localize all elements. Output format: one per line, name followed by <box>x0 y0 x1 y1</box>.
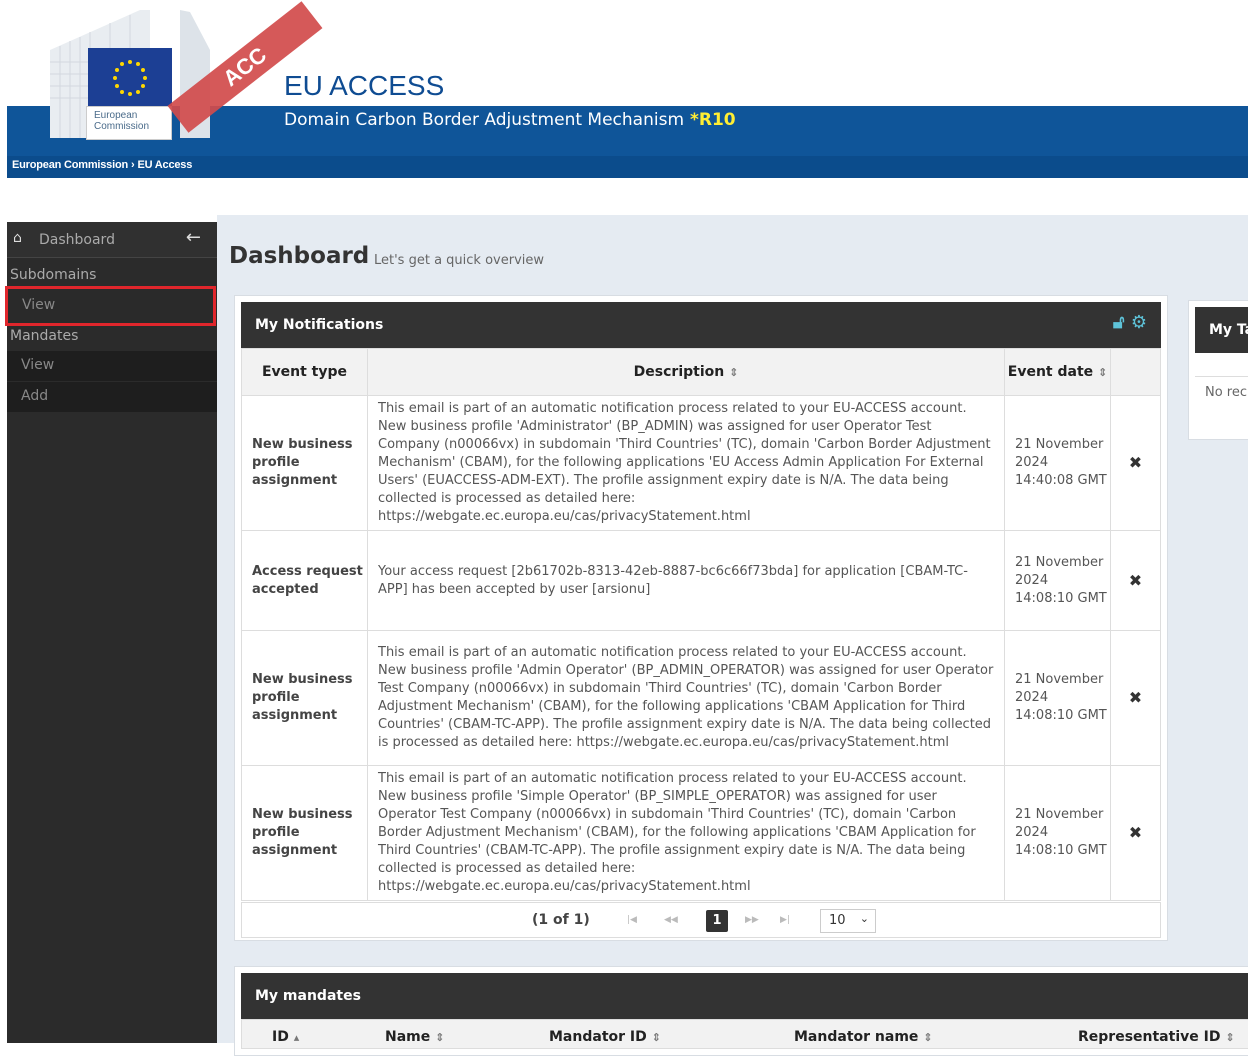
logo-line-1: European <box>94 110 138 121</box>
sidebar-item-dashboard[interactable]: ⌂ Dashboard ← <box>7 222 217 258</box>
breadcrumb: European Commission › EU Access <box>12 159 192 171</box>
domain-name: Domain Carbon Border Adjustment Mechanis… <box>284 110 684 130</box>
dismiss-button[interactable]: ✖ <box>1110 630 1161 766</box>
close-icon[interactable]: ✖ <box>1129 453 1142 472</box>
rows-per-page-value: 10 <box>829 913 846 928</box>
collapse-sidebar-icon[interactable]: ← <box>186 227 201 248</box>
close-icon[interactable]: ✖ <box>1129 823 1142 842</box>
app-title: EU ACCESS <box>284 70 445 101</box>
event-date: 21 November 2024 14:08:10 GMT <box>1004 765 1111 901</box>
column-label: Description <box>633 364 725 380</box>
page-1-button[interactable]: 1 <box>706 910 728 932</box>
table-row: New business profile assignment This ema… <box>241 765 1161 901</box>
panel-title: My mandates <box>255 988 361 1004</box>
close-icon[interactable]: ✖ <box>1129 571 1142 590</box>
site-header: European Commission ACC EU ACCESS Domain… <box>0 0 1248 180</box>
spacer <box>0 180 1248 215</box>
event-description: This email is part of an automatic notif… <box>367 630 1005 766</box>
panel-title: My Ta <box>1209 322 1248 338</box>
sidebar-item-subdomains-view[interactable]: View <box>5 286 216 326</box>
event-description: This email is part of an automatic notif… <box>367 395 1005 531</box>
event-date: 21 November 2024 14:08:10 GMT <box>1004 530 1111 631</box>
release-tag: *R10 <box>690 110 736 130</box>
gear-icon[interactable]: ⚙ <box>1131 312 1147 333</box>
event-type: New business profile assignment <box>241 630 368 766</box>
logo-line-2: Commission <box>94 121 150 132</box>
table-row: New business profile assignment This ema… <box>241 395 1161 531</box>
sidebar-item-label: Dashboard <box>39 232 115 248</box>
breadcrumb-item[interactable]: European Commission <box>12 159 128 171</box>
panel-title: My Notifications <box>255 317 384 333</box>
event-type: New business profile assignment <box>241 395 368 531</box>
logo-text: European Commission <box>94 110 149 132</box>
table-header <box>1195 353 1248 377</box>
sort-icon[interactable]: ⇕ <box>1225 1031 1234 1044</box>
notifications-panel: My Notifications 🔓︎ ⚙ Event type Descrip… <box>234 295 1168 941</box>
event-date: 21 November 2024 14:08:10 GMT <box>1004 630 1111 766</box>
close-icon[interactable]: ✖ <box>1129 688 1142 707</box>
panel-header: My Notifications 🔓︎ ⚙ <box>241 302 1161 348</box>
mandates-table-header: ID ▴ Name ⇕ Mandator ID ⇕ Mandator name … <box>241 1019 1248 1049</box>
dismiss-button[interactable]: ✖ <box>1110 530 1161 631</box>
dismiss-button[interactable]: ✖ <box>1110 765 1161 901</box>
column-header[interactable]: Description ⇕ <box>367 348 1005 396</box>
event-description: Your access request [2b61702b-8313-42eb-… <box>367 530 1005 631</box>
notifications-table: Event type Description ⇕ Event date ⇕ Ne… <box>241 348 1161 901</box>
unlock-icon[interactable]: 🔓︎ <box>1113 312 1125 333</box>
sort-icon[interactable]: ⇕ <box>729 366 738 379</box>
breadcrumb-separator: › <box>131 159 135 171</box>
app-subtitle: Domain Carbon Border Adjustment Mechanis… <box>284 110 736 130</box>
first-page-icon[interactable]: |◀ <box>627 915 637 925</box>
panel-header: My mandates <box>241 973 1248 1019</box>
sort-asc-icon[interactable]: ▴ <box>294 1031 300 1044</box>
event-type: New business profile assignment <box>241 765 368 901</box>
page-count: (1 of 1) <box>532 912 590 928</box>
event-date: 21 November 2024 14:40:08 GMT <box>1004 395 1111 531</box>
column-header: Event type <box>241 348 368 396</box>
sidebar-section-mandates: Mandates <box>10 328 79 344</box>
sidebar: ⌂ Dashboard ← Subdomains View Mandates V… <box>5 222 217 1043</box>
sort-icon[interactable]: ⇕ <box>435 1031 444 1044</box>
column-header-actions <box>1110 348 1161 396</box>
sort-icon[interactable]: ⇕ <box>652 1031 661 1044</box>
event-type: Access request accepted <box>241 530 368 631</box>
rows-per-page-select[interactable]: 10 ⌄ <box>820 909 876 933</box>
page-title: Dashboard <box>229 243 370 269</box>
sidebar-section-subdomains: Subdomains <box>10 267 97 283</box>
sidebar-item-mandates-add[interactable]: Add <box>7 382 217 412</box>
column-label: Event type <box>261 364 348 380</box>
last-page-icon[interactable]: ▶| <box>780 915 790 925</box>
column-label: Event date <box>1007 364 1094 380</box>
event-description: This email is part of an automatic notif… <box>367 765 1005 901</box>
next-page-icon[interactable]: ▶▶ <box>745 915 759 925</box>
paginator: (1 of 1) |◀ ◀◀ 1 ▶▶ ▶| 10 ⌄ <box>241 902 1161 938</box>
dismiss-button[interactable]: ✖ <box>1110 395 1161 531</box>
sidebar-item-mandates-view[interactable]: View <box>7 351 217 381</box>
breadcrumb-item[interactable]: EU Access <box>137 159 192 171</box>
home-icon: ⌂ <box>13 230 22 246</box>
tasks-panel: My Ta No rec <box>1188 300 1248 440</box>
table-row: New business profile assignment This ema… <box>241 630 1161 766</box>
table-row: Access request accepted Your access requ… <box>241 530 1161 631</box>
eu-stars-icon <box>113 60 147 96</box>
sort-icon[interactable]: ⇕ <box>923 1031 932 1044</box>
panel-tools: 🔓︎ ⚙ <box>1113 312 1147 333</box>
column-header[interactable]: Event date ⇕ <box>1004 348 1111 396</box>
chevron-down-icon: ⌄ <box>859 912 869 925</box>
page-subtitle: Let's get a quick overview <box>374 253 545 268</box>
eu-flag <box>88 48 172 108</box>
prev-page-icon[interactable]: ◀◀ <box>664 915 678 925</box>
panel-header: My Ta <box>1195 307 1248 353</box>
sort-icon[interactable]: ⇕ <box>1098 366 1107 379</box>
breadcrumb-bar <box>7 156 1248 178</box>
empty-message: No rec <box>1205 385 1248 400</box>
